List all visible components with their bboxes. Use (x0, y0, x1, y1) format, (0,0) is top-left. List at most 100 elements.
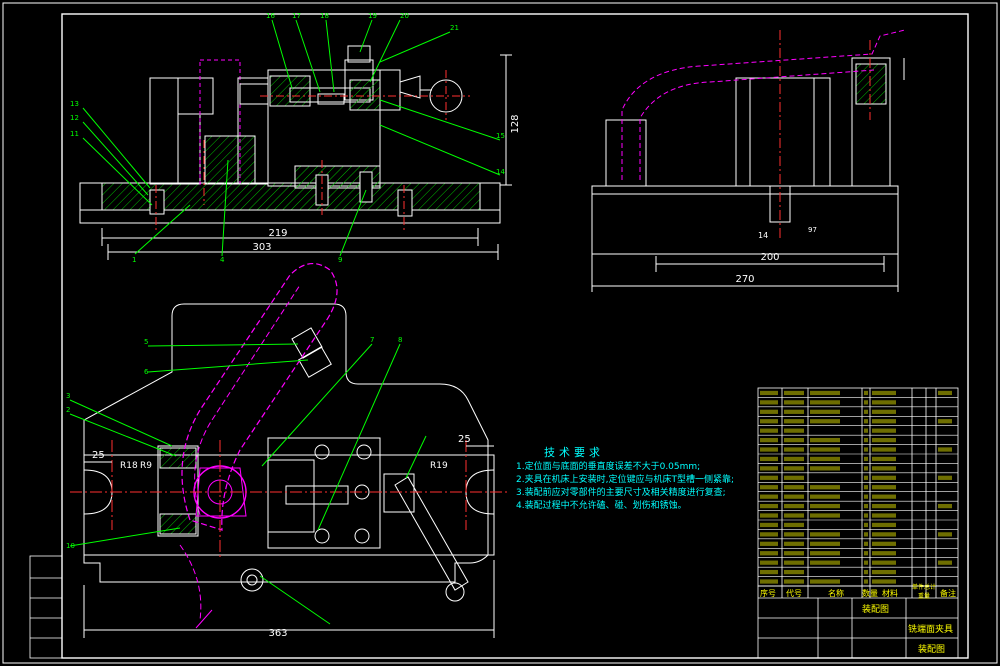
outer-frame (2, 2, 998, 664)
front-view (79, 19, 512, 260)
parts-cell-mark (864, 579, 868, 584)
parts-cell-mark (760, 513, 778, 518)
dim-r9: R9 (140, 461, 152, 471)
parts-cell-mark (864, 400, 868, 405)
parts-cell-mark (784, 579, 804, 584)
parts-cell-mark (864, 560, 868, 565)
parts-cell-mark (760, 437, 778, 443)
parts-cell-mark (872, 428, 896, 433)
tech-requirement-3: 3.装配前应对零部件的主要尺寸及相关精度进行复查; (516, 488, 726, 498)
parts-cell-mark (938, 560, 952, 565)
parts-cell-mark (872, 400, 896, 405)
parts-cell-mark (810, 409, 840, 414)
parts-cell-mark (760, 428, 778, 433)
callout-19: 19 (368, 12, 377, 20)
dim-97: 97 (808, 226, 817, 234)
parts-cell-mark (938, 419, 952, 424)
parts-cell-mark (864, 569, 868, 575)
parts-cell-mark (872, 532, 896, 537)
parts-cell-mark (760, 569, 778, 575)
callout-18: 18 (320, 12, 329, 20)
revision-block (29, 555, 63, 659)
parts-cell-mark (872, 503, 896, 509)
parts-cell-mark (938, 475, 952, 480)
callout-14: 14 (496, 168, 505, 176)
callout-20: 20 (400, 12, 409, 20)
side-view-labels: 200 270 14 97 (735, 226, 816, 285)
drawing-type-label-2: 装配图 (918, 645, 946, 655)
parts-cell-mark (864, 456, 868, 462)
callout-13: 13 (70, 100, 79, 108)
parts-cell-mark (760, 466, 778, 471)
parts-cell-mark (760, 560, 778, 565)
callout-16: 16 (266, 12, 275, 20)
parts-cell-mark (810, 560, 840, 565)
parts-cell-mark (938, 447, 952, 452)
dim-25-left: 25 (92, 450, 105, 461)
header-col-weight: 重量 (918, 593, 931, 600)
parts-cell-mark (864, 494, 868, 499)
parts-cell-mark (784, 428, 804, 433)
parts-cell-mark (810, 419, 840, 424)
parts-cell-mark (864, 522, 868, 528)
parts-cell-mark (810, 447, 840, 452)
parts-cell-mark (864, 475, 868, 480)
parts-cell-mark (760, 494, 778, 499)
header-col-remark: 备注 (940, 589, 956, 598)
parts-cell-mark (784, 447, 804, 452)
parts-cell-mark (810, 503, 840, 509)
parts-cell-mark (872, 437, 896, 443)
parts-cell-mark (760, 419, 778, 424)
parts-cell-mark (810, 532, 840, 537)
parts-cell-mark (760, 485, 778, 490)
parts-cell-mark (864, 419, 868, 424)
callout-15: 15 (496, 132, 505, 140)
parts-cell-mark (864, 466, 868, 471)
parts-cell-mark (872, 494, 896, 499)
parts-cell-mark (864, 513, 868, 518)
parts-cell-mark (872, 485, 896, 490)
parts-cell-mark (760, 551, 778, 556)
parts-cell-marks (760, 390, 952, 584)
parts-cell-mark (760, 579, 778, 584)
parts-cell-mark (784, 503, 804, 509)
tech-requirements-title: 技术要求 (544, 446, 604, 459)
callout-9: 9 (338, 256, 342, 264)
parts-cell-mark (938, 503, 952, 509)
parts-cell-mark (784, 560, 804, 565)
parts-cell-mark (784, 522, 804, 528)
parts-cell-mark (760, 475, 778, 480)
dim-200: 200 (760, 252, 779, 263)
callout-1-front: 1 (132, 256, 136, 264)
parts-cell-mark (784, 569, 804, 575)
parts-cell-mark (810, 485, 840, 490)
header-col-total: 总计 (924, 584, 937, 591)
header-col-index: 序号 (760, 589, 776, 598)
header-col-material: 材料 (882, 589, 898, 598)
parts-cell-mark (810, 400, 840, 405)
tech-requirement-1: 1.定位面与底面的垂直度误差不大于0.05mm; (516, 462, 701, 472)
parts-cell-mark (872, 447, 896, 452)
parts-cell-mark (784, 409, 804, 414)
dim-r19: R19 (430, 461, 448, 471)
parts-cell-mark (864, 532, 868, 537)
top-view (69, 263, 508, 638)
parts-cell-mark (872, 541, 896, 546)
parts-cell-mark (784, 494, 804, 499)
tech-requirement-2: 2.夹具在机床上安装时,定位键应与机床T型槽一侧紧靠; (516, 475, 734, 485)
parts-cell-mark (864, 428, 868, 433)
dim-25-right: 25 (458, 434, 471, 445)
parts-cell-mark (864, 390, 868, 396)
parts-cell-mark (872, 466, 896, 471)
front-view-labels: 219 303 128 13 12 11 1 4 9 16 17 18 19 2… (70, 12, 521, 264)
side-view (591, 29, 906, 292)
parts-cell-mark (872, 551, 896, 556)
assembly-drawing: 219 303 128 13 12 11 1 4 9 16 17 18 19 2… (2, 2, 998, 664)
dim-270: 270 (735, 274, 754, 285)
parts-cell-mark (784, 419, 804, 424)
dim-14: 14 (758, 231, 768, 240)
dim-219: 219 (268, 228, 287, 239)
parts-cell-mark (872, 513, 896, 518)
dim-128: 128 (510, 114, 521, 133)
parts-cell-mark (784, 475, 804, 480)
